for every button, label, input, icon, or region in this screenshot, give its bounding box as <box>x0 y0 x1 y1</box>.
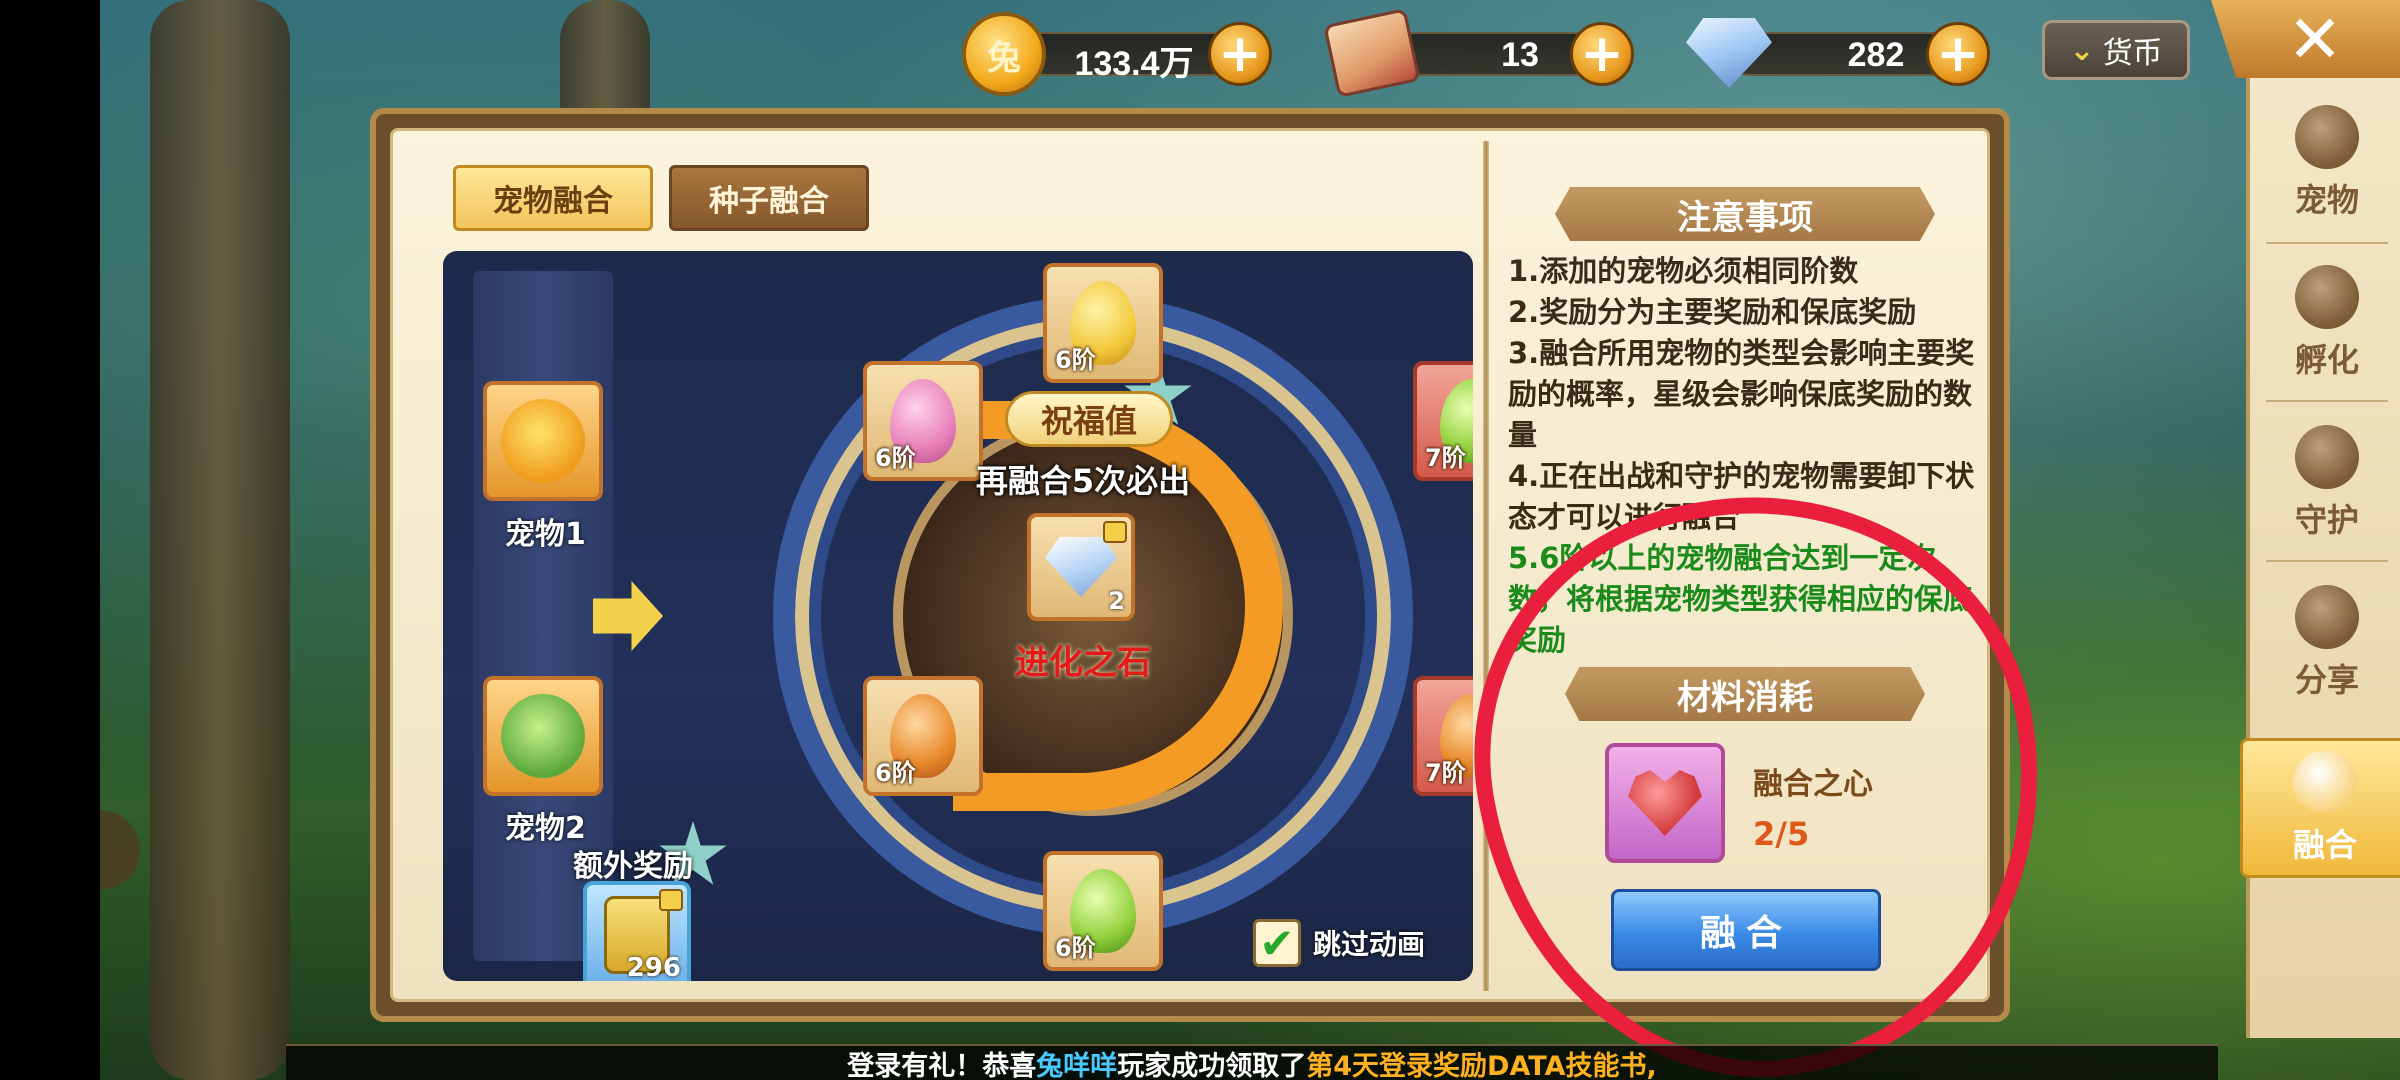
note-item: 1.添加的宠物必须相同阶数 <box>1508 254 1859 288</box>
note-item: 3.融合所用宠物的类型会影响主要奖励的概率，星级会影响保底奖励的数量 <box>1508 336 1975 452</box>
add-gold-button[interactable]: + <box>1208 22 1272 86</box>
reward-count: 2 <box>1108 587 1125 615</box>
left-letterbox <box>0 0 100 1080</box>
ticker-middle: 玩家成功领取了 <box>1117 1050 1307 1080</box>
reward-name: 进化之石 <box>1015 643 1151 683</box>
currency-toggle-button[interactable]: ⌄ 货币 <box>2042 20 2190 80</box>
pet1-label: 宠物1 <box>505 517 586 552</box>
pet1-slot[interactable] <box>483 381 603 501</box>
scroll-currency: 13 + <box>1323 8 1650 98</box>
blessing-label: 祝福值 <box>1005 391 1173 447</box>
tier-label: 7阶 <box>1425 444 1466 472</box>
nav-item-pet[interactable]: 宠物 <box>2250 98 2400 228</box>
extra-reward-slot[interactable]: 296 <box>583 881 691 981</box>
nav-item-hatch[interactable]: 孵化 <box>2250 258 2400 388</box>
share-icon <box>2295 585 2359 649</box>
lock-icon <box>659 889 683 911</box>
egg-icon <box>2295 265 2359 329</box>
tier-label: 6阶 <box>875 759 916 787</box>
nav-item-label: 孵化 <box>2294 341 2359 379</box>
evolution-stone-slot[interactable]: 2 <box>1027 513 1135 621</box>
announcement-ticker: 登录有礼！恭喜 兔咩咩 玩家成功领取了 第4天登录奖励 DATA技能书, <box>286 1044 2218 1080</box>
nav-item-guard[interactable]: 守护 <box>2250 418 2400 548</box>
tier-label: 6阶 <box>1055 346 1096 374</box>
chevron-down-icon: ⌄ <box>2069 32 2095 68</box>
skip-animation-checkbox[interactable]: ✔ <box>1253 919 1301 968</box>
nav-item-share[interactable]: 分享 <box>2250 578 2400 708</box>
gold-coin-icon: 兔 <box>962 12 1046 96</box>
add-scroll-button[interactable]: + <box>1570 22 1634 86</box>
guarantee-text: 再融合5次必出 <box>975 462 1191 500</box>
panel-divider <box>1483 141 1489 991</box>
diamond-currency: 282 + <box>1686 18 2006 90</box>
fusion-slot[interactable]: 6阶 <box>863 676 983 796</box>
tier-label: 7阶 <box>1425 759 1466 787</box>
sunflower-pet-avatar <box>501 399 585 483</box>
currency-toggle-label: 货币 <box>2102 36 2163 71</box>
fusion-slot[interactable]: 6阶 <box>1043 851 1163 971</box>
notes-title: 注意事项 <box>1555 187 1935 241</box>
ticker-reward: 第4天登录奖励 <box>1306 1050 1488 1080</box>
skip-animation-label: 跳过动画 <box>1313 928 1426 961</box>
fusion-slot[interactable]: 7阶 <box>1413 676 1473 796</box>
tree-trunk <box>150 0 290 1080</box>
lock-icon <box>1103 521 1127 543</box>
evolution-stone-icon <box>1045 537 1117 597</box>
ticker-prefix: 登录有礼！恭喜 <box>847 1050 1037 1080</box>
fusion-slot[interactable]: 7阶 <box>1413 361 1473 481</box>
note-item: 2.奖励分为主要奖励和保底奖励 <box>1508 295 1917 329</box>
nav-item-fusion[interactable]: 融合 <box>2240 738 2400 878</box>
extra-reward-label: 额外奖励 <box>573 849 693 884</box>
right-nav: 宠物 孵化 守护 分享 融合 <box>2240 78 2400 1038</box>
fusion-slot[interactable]: 6阶 <box>1043 263 1163 383</box>
leaf-pet-avatar <box>501 694 585 778</box>
skip-animation-toggle[interactable]: ✔ 跳过动画 <box>1253 919 1426 968</box>
add-diamond-button[interactable]: + <box>1926 22 1990 86</box>
gold-currency: 兔 133.4万 + <box>962 12 1282 96</box>
fusion-arena: 宠物1 宠物2 6阶 6阶 7阶 6阶 7阶 6阶 祝福值 再融合5次必出 2 … <box>443 251 1473 981</box>
scroll-icon <box>1323 8 1421 98</box>
pet-icon <box>2295 105 2359 169</box>
tab-pet-fusion[interactable]: 宠物融合 <box>453 165 653 231</box>
nav-item-label: 守护 <box>2294 501 2359 539</box>
ticker-suffix: DATA技能书, <box>1487 1050 1657 1080</box>
guard-icon <box>2295 425 2359 489</box>
nav-item-label: 融合 <box>2292 826 2357 864</box>
tab-seed-fusion[interactable]: 种子融合 <box>669 165 869 231</box>
close-icon: ✕ <box>2287 0 2343 78</box>
gold-value: 133.4万 <box>1074 45 1194 83</box>
diamond-icon <box>1686 18 1772 88</box>
nav-item-label: 宠物 <box>2294 181 2359 219</box>
fusion-icon <box>2293 750 2357 814</box>
tier-label: 6阶 <box>1055 934 1096 962</box>
extra-reward-count: 296 <box>626 953 681 981</box>
ticker-player: 兔咩咩 <box>1036 1050 1118 1080</box>
nav-item-label: 分享 <box>2294 661 2359 699</box>
pet2-slot[interactable] <box>483 676 603 796</box>
